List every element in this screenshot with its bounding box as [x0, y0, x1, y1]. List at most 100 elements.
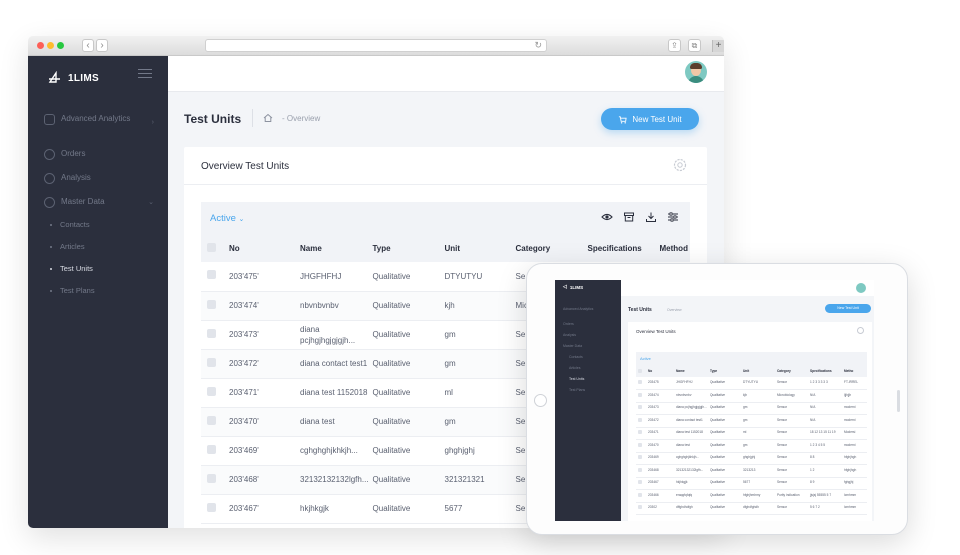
- sidebar-subitem-contacts[interactable]: Contacts: [50, 220, 90, 229]
- column-header-name[interactable]: Name: [300, 234, 373, 262]
- home-button-icon: [534, 394, 547, 407]
- tablet-nav-subitem[interactable]: Test Units: [569, 377, 584, 381]
- url-bar[interactable]: ↻: [205, 39, 547, 52]
- sidebar-subitem-test-units[interactable]: Test Units: [50, 264, 93, 273]
- tablet-cell: Qualitative: [710, 439, 743, 453]
- select-all-checkbox[interactable]: [207, 242, 216, 252]
- tablet-cell: 20302: [648, 502, 676, 515]
- row-checkbox-cell: [201, 262, 229, 292]
- tablet-cell: lcmhmm: [844, 489, 867, 503]
- minimize-dot-icon[interactable]: [47, 42, 54, 49]
- tablet-nav-subitem[interactable]: Contacts: [569, 355, 583, 359]
- analysis-icon: [44, 173, 55, 184]
- reload-icon[interactable]: ↻: [534, 40, 542, 51]
- forward-arrow-icon[interactable]: ›: [96, 39, 108, 52]
- cell-unit: 5677: [444, 494, 516, 524]
- tablet-cell: 203475: [648, 377, 676, 390]
- tablet-nav-item[interactable]: Master Data: [563, 344, 582, 348]
- sidebar-item-label: Orders: [61, 149, 86, 158]
- sidebar-item-master-data[interactable]: Master Data ⌄: [44, 196, 156, 208]
- table-toolbar: Active ⌄: [201, 202, 690, 234]
- tablet-nav-item[interactable]: Analysis: [563, 333, 576, 337]
- sidebar-subitem-label: Test Plans: [60, 286, 95, 295]
- cell-name: diana pcjhgjhgjgjgjh...: [300, 320, 373, 350]
- maximize-dot-icon[interactable]: [57, 42, 64, 49]
- tablet-cell: N/A: [810, 402, 844, 415]
- column-header-specifications[interactable]: Specifications: [587, 234, 660, 262]
- column-header-no[interactable]: No: [229, 234, 300, 262]
- sidebar-subitem-test-plans[interactable]: Test Plans: [50, 286, 95, 295]
- sidebar-item-advanced-analytics[interactable]: Advanced Analytics ›: [44, 113, 156, 126]
- sidebar-subitem-articles[interactable]: Articles: [50, 242, 85, 251]
- tablet-checkbox-cell: [636, 489, 648, 503]
- tablet-cell: 203467: [648, 477, 676, 490]
- bullet-icon: [50, 245, 52, 248]
- download-icon[interactable]: [645, 211, 657, 223]
- menu-toggle-icon[interactable]: [138, 69, 152, 79]
- gear-icon[interactable]: [673, 158, 687, 172]
- tablet-cell: Qualitative: [710, 377, 743, 390]
- sidebar-item-analysis[interactable]: Analysis: [44, 172, 156, 184]
- row-checkbox[interactable]: [207, 270, 216, 280]
- tablet-cell: moderni: [844, 402, 867, 415]
- tablet-nav-subitem[interactable]: Test Plans: [569, 388, 585, 392]
- row-checkbox[interactable]: [207, 502, 216, 512]
- row-checkbox[interactable]: [207, 473, 216, 483]
- tablet-cell: Sensor: [777, 502, 810, 515]
- tablet-cell: 1 2 3 4 5 5: [810, 439, 844, 453]
- tablet-nav-subitem[interactable]: Articles: [569, 366, 580, 370]
- cell-name: diana test: [300, 407, 373, 437]
- row-checkbox[interactable]: [207, 386, 216, 396]
- tablet-cell: 32132132132lgfh...: [676, 464, 710, 478]
- cell-no: 203'468': [229, 465, 300, 495]
- page-title: Test Units: [184, 112, 242, 126]
- column-header-unit[interactable]: Unit: [444, 234, 516, 262]
- row-checkbox-cell: [201, 349, 229, 379]
- tablet-table-row: 203475 JHGFHFHJ Qualitative DTYUTYU Sensor 1 …: [636, 377, 867, 390]
- brand[interactable]: 1LIMS: [48, 68, 99, 88]
- avatar[interactable]: [685, 61, 707, 83]
- status-filter-dropdown[interactable]: Active ⌄: [210, 213, 244, 224]
- row-checkbox[interactable]: [207, 328, 216, 338]
- sidebar-item-orders[interactable]: Orders: [44, 148, 156, 160]
- tablet-nav-item[interactable]: Orders: [563, 322, 574, 326]
- tabs-icon[interactable]: ⧉: [688, 39, 701, 52]
- eye-icon[interactable]: [601, 211, 613, 223]
- tablet-cell: kjh: [743, 389, 777, 403]
- tablet-cell: hfghjhgh: [844, 464, 867, 478]
- chevron-down-icon: ⌄: [238, 216, 245, 223]
- settings-sliders-icon[interactable]: [667, 211, 679, 223]
- sidebar-item-label: Advanced Analytics: [61, 114, 131, 123]
- share-icon[interactable]: ⇪: [668, 39, 681, 52]
- cell-no: 203'471': [229, 378, 300, 408]
- column-header-method[interactable]: Method: [659, 234, 690, 262]
- tablet-sidebar: ◁ 1LIMS Advanced Analytics Orders Analys…: [555, 280, 621, 521]
- row-checkbox[interactable]: [207, 357, 216, 367]
- home-icon[interactable]: [262, 112, 274, 124]
- tablet-cell: hfghjhgh: [844, 452, 867, 465]
- tablet-cell: 3213213: [743, 464, 777, 478]
- new-tab-icon[interactable]: +: [712, 40, 724, 52]
- browser-chrome: ‹ › ↻ ⇪ ⧉ +: [28, 36, 724, 56]
- new-test-unit-button[interactable]: New Test Unit: [601, 108, 699, 130]
- tablet-cell: Qualitative: [710, 464, 743, 478]
- archive-icon[interactable]: [623, 211, 635, 223]
- row-checkbox[interactable]: [207, 299, 216, 309]
- column-header-category[interactable]: Category: [515, 234, 588, 262]
- tablet-nav-item[interactable]: Advanced Analytics: [563, 307, 603, 311]
- breadcrumb-current[interactable]: Overview: [287, 114, 320, 123]
- row-checkbox[interactable]: [207, 415, 216, 425]
- column-header-type[interactable]: Type: [372, 234, 445, 262]
- close-dot-icon[interactable]: [37, 42, 44, 49]
- tablet-table-row: 203470 diana test Qualitative gm Sensor 1 2 3…: [636, 439, 867, 453]
- tablet-checkbox-cell: [636, 402, 648, 415]
- tablet-brand-name: 1LIMS: [569, 284, 584, 290]
- tablet-cell: diana test: [676, 439, 710, 453]
- row-checkbox-cell: [201, 407, 229, 437]
- tablet-table-row: 203466 eraqqfqfqfq Qualitative hfghjhmhmy Pu…: [636, 489, 867, 503]
- tablet-cell: Qualitative: [710, 489, 743, 503]
- tablet-table-row: 203472 diana contact test1 Qualitative gm Se…: [636, 414, 867, 428]
- row-checkbox-cell: [201, 320, 229, 350]
- row-checkbox[interactable]: [207, 444, 216, 454]
- back-arrow-icon[interactable]: ‹: [82, 39, 94, 52]
